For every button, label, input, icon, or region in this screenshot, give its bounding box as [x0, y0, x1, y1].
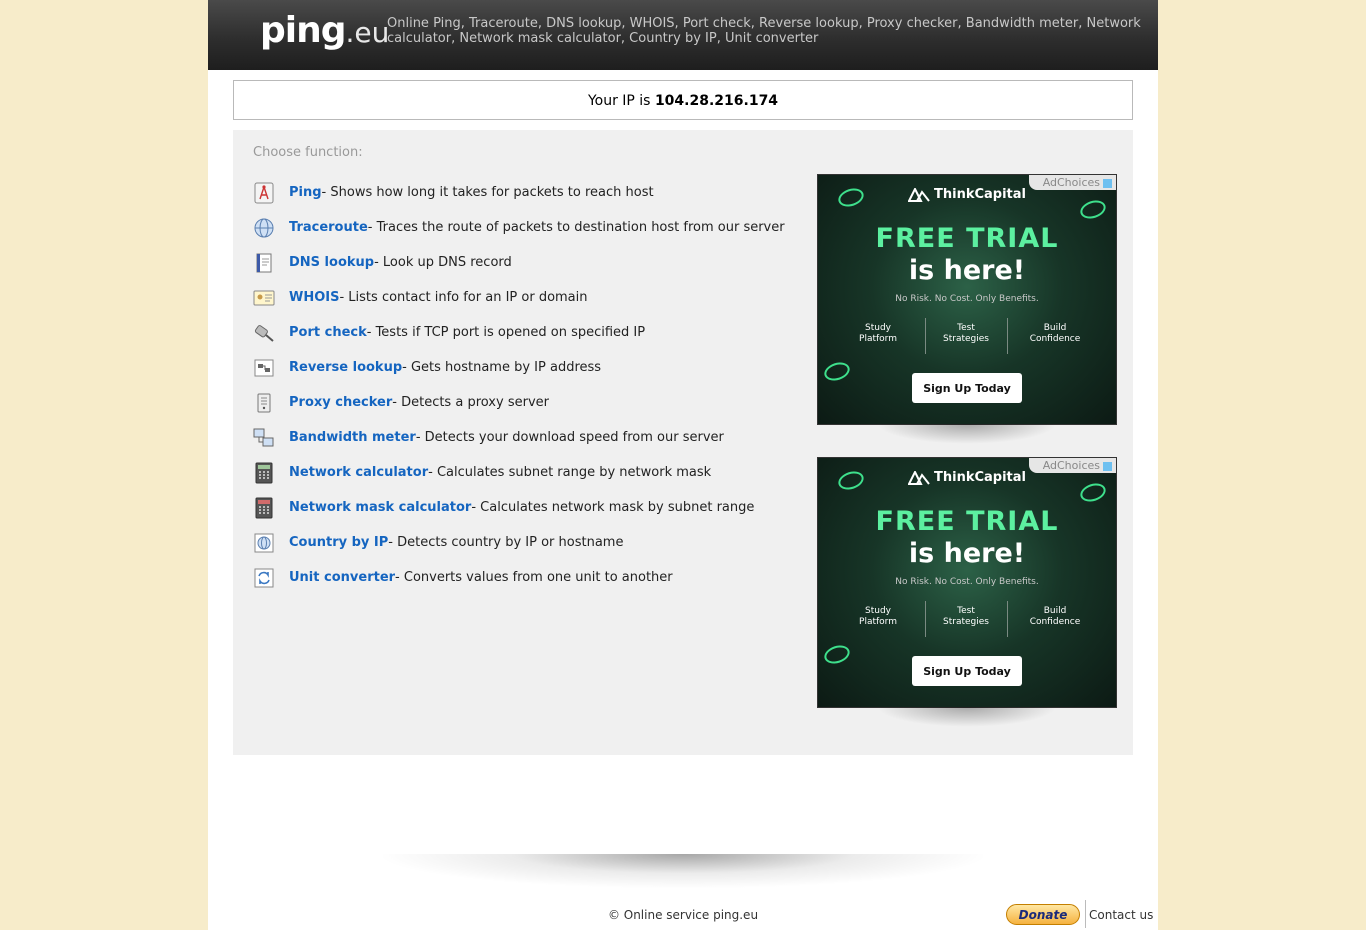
function-item-port-check: Port check - Tests if TCP port is opened… — [253, 315, 813, 350]
divider — [1007, 318, 1008, 354]
server-icon — [253, 392, 275, 414]
function-item-bandwidth-meter: Bandwidth meter - Detects your download … — [253, 420, 813, 455]
function-desc: - Look up DNS record — [374, 255, 512, 270]
ad-banner-2[interactable]: AdChoices ThinkCapital FREE TRIAL is her… — [817, 457, 1117, 708]
function-desc: - Calculates network mask by subnet rang… — [471, 500, 755, 515]
ad-signup-button[interactable]: Sign Up Today — [912, 656, 1022, 686]
function-desc: - Gets hostname by IP address — [402, 360, 602, 375]
function-panel: Choose function: Ping - Shows how long i… — [233, 130, 1133, 755]
ad-feature: Study Platform — [859, 323, 897, 344]
network-icon — [253, 357, 275, 379]
donate-button[interactable]: Donate — [1006, 904, 1080, 925]
calculator-icon — [253, 462, 275, 484]
ip-value: 104.28.216.174 — [654, 93, 779, 109]
function-link-dns-lookup[interactable]: DNS lookup — [289, 255, 374, 270]
coin-icon — [822, 359, 852, 384]
ad-feature: Test Strategies — [943, 323, 989, 344]
ad-headline: FREE TRIAL — [875, 506, 1059, 537]
calculator-red-icon — [253, 497, 275, 519]
function-item-whois: WHOIS - Lists contact info for an IP or … — [253, 280, 813, 315]
brand-logo-icon — [908, 470, 930, 485]
footer-shadow — [383, 854, 983, 888]
ad-signup-button[interactable]: Sign Up Today — [912, 373, 1022, 403]
convert-icon — [253, 567, 275, 589]
ip-display: Your IP is 104.28.216.174 — [233, 80, 1133, 120]
ad-feature: Build Confidence — [1029, 606, 1081, 627]
function-link-port-check[interactable]: Port check — [289, 325, 367, 340]
id-card-icon — [253, 287, 275, 309]
function-desc: - Detects your download speed from our s… — [415, 430, 724, 445]
function-desc: - Tests if TCP port is opened on specifi… — [366, 325, 646, 340]
function-link-network-calculator[interactable]: Network calculator — [289, 465, 428, 480]
ad-feature: Build Confidence — [1029, 323, 1081, 344]
brand-logo-icon — [908, 187, 930, 202]
function-link-ping[interactable]: Ping — [289, 185, 322, 200]
coin-icon — [822, 642, 852, 667]
function-item-country-by-ip: Country by IP - Detects country by IP or… — [253, 525, 813, 560]
logo-main: ping — [260, 10, 347, 51]
function-link-country-by-ip[interactable]: Country by IP — [289, 535, 388, 550]
computers-icon — [253, 427, 275, 449]
globe-search-icon — [253, 532, 275, 554]
contact-us-link[interactable]: Contact us — [1089, 908, 1153, 922]
ad-subheadline: is here! — [908, 538, 1026, 569]
function-link-network-mask-calculator[interactable]: Network mask calculator — [289, 500, 471, 515]
choose-function-heading: Choose function: — [253, 145, 363, 160]
ad-feature: Test Strategies — [943, 606, 989, 627]
ad-feature: Study Platform — [859, 606, 897, 627]
ad-subheadline: is here! — [908, 255, 1026, 286]
function-link-proxy-checker[interactable]: Proxy checker — [289, 395, 392, 410]
ad-tagline: No Risk. No Cost. Only Benefits. — [895, 294, 1039, 304]
divider — [1007, 601, 1008, 637]
function-link-reverse-lookup[interactable]: Reverse lookup — [289, 360, 402, 375]
ad-shadow — [877, 424, 1057, 444]
globe-icon — [253, 217, 275, 239]
ping-icon — [253, 182, 275, 204]
function-item-dns-lookup: DNS lookup - Look up DNS record — [253, 245, 813, 280]
ad-shadow — [877, 707, 1057, 727]
page-container: ping.eu Online Ping, Traceroute, DNS loo… — [208, 0, 1158, 930]
function-link-traceroute[interactable]: Traceroute — [289, 220, 368, 235]
function-item-traceroute: Traceroute - Traces the route of packets… — [253, 210, 813, 245]
site-tagline: Online Ping, Traceroute, DNS lookup, WHO… — [387, 16, 1141, 46]
ad-headline: FREE TRIAL — [875, 223, 1059, 254]
logo-tld: .eu — [345, 16, 390, 49]
function-desc: - Converts values from one unit to anoth… — [395, 570, 673, 585]
ad-tagline: No Risk. No Cost. Only Benefits. — [895, 577, 1039, 587]
function-desc: - Lists contact info for an IP or domain — [339, 290, 588, 305]
function-item-reverse-lookup: Reverse lookup - Gets hostname by IP add… — [253, 350, 813, 385]
footer-divider — [1085, 900, 1086, 928]
function-item-unit-converter: Unit converter - Converts values from on… — [253, 560, 813, 595]
function-link-whois[interactable]: WHOIS — [289, 290, 339, 305]
function-desc: - Shows how long it takes for packets to… — [321, 185, 654, 200]
ad-brand: ThinkCapital — [818, 470, 1116, 485]
plug-icon — [253, 322, 275, 344]
site-header: ping.eu Online Ping, Traceroute, DNS loo… — [208, 0, 1158, 70]
site-logo[interactable]: ping.eu — [260, 10, 389, 51]
ip-label: Your IP is — [587, 93, 651, 109]
function-link-unit-converter[interactable]: Unit converter — [289, 570, 395, 585]
function-link-bandwidth-meter[interactable]: Bandwidth meter — [289, 430, 416, 445]
function-item-ping: Ping - Shows how long it takes for packe… — [253, 175, 813, 210]
dns-book-icon — [253, 252, 275, 274]
function-item-proxy-checker: Proxy checker - Detects a proxy server — [253, 385, 813, 420]
function-desc: - Detects a proxy server — [392, 395, 549, 410]
ad-brand: ThinkCapital — [818, 187, 1116, 202]
function-desc: - Calculates subnet range by network mas… — [428, 465, 712, 480]
ad-banner-1[interactable]: AdChoices ThinkCapital FREE TRIAL is her… — [817, 174, 1117, 425]
function-list: Ping - Shows how long it takes for packe… — [253, 175, 813, 595]
function-item-network-calculator: Network calculator - Calculates subnet r… — [253, 455, 813, 490]
function-desc: - Detects country by IP or hostname — [388, 535, 624, 550]
function-item-network-mask-calculator: Network mask calculator - Calculates net… — [253, 490, 813, 525]
function-desc: - Traces the route of packets to destina… — [367, 220, 785, 235]
